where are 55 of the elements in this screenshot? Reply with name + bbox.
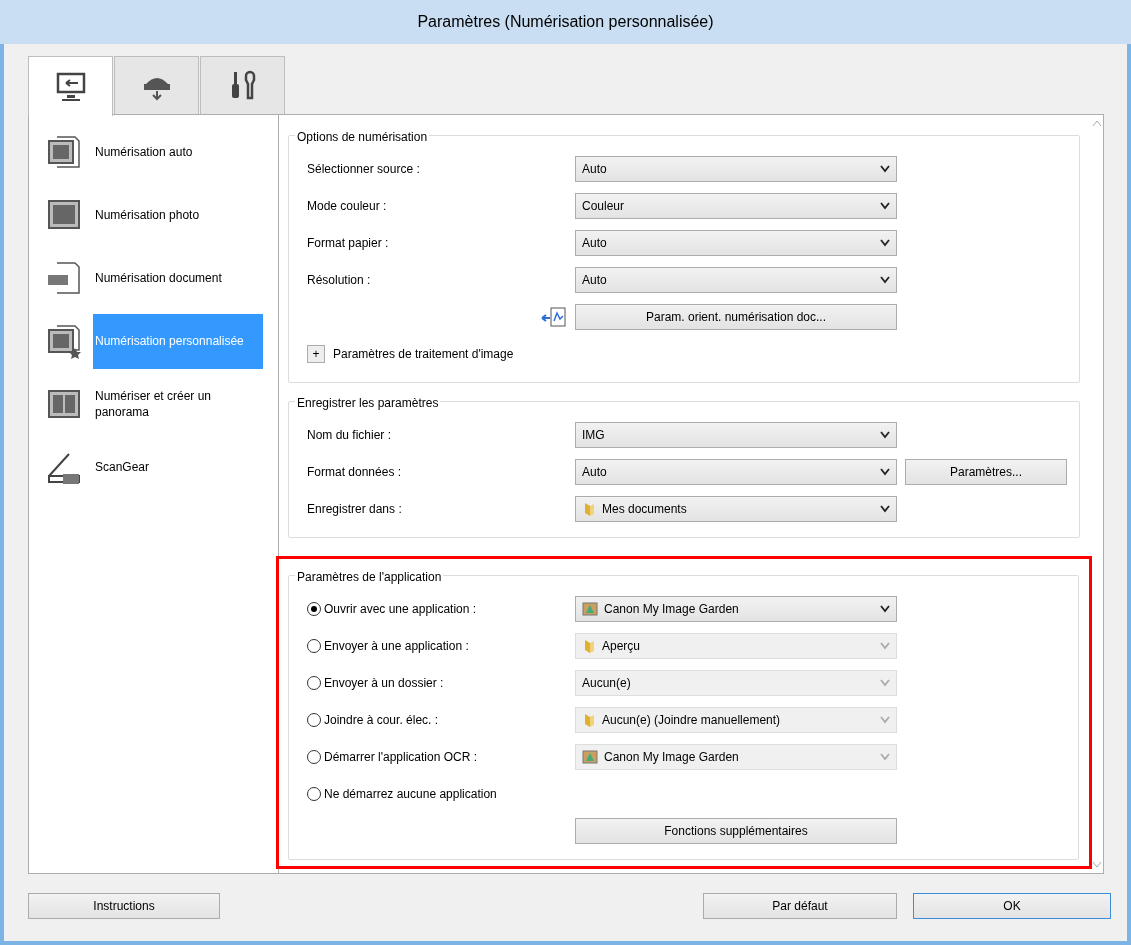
folder-icon bbox=[582, 500, 596, 517]
pdf-document-icon bbox=[47, 260, 83, 297]
radio-option[interactable]: Ne démarrez aucune application bbox=[307, 784, 575, 803]
chevron-icon bbox=[880, 430, 890, 439]
chevron-icon bbox=[880, 238, 890, 247]
field-label: Nom du fichier : bbox=[307, 426, 393, 444]
expand-button[interactable]: + bbox=[307, 344, 325, 363]
sidebar-item[interactable]: Numérisation auto bbox=[33, 121, 274, 184]
dropdown[interactable]: Auto bbox=[575, 266, 897, 293]
chevron-icon bbox=[880, 164, 890, 173]
chevron-icon bbox=[880, 201, 890, 210]
section-label: Paramètres de traitement d'image bbox=[333, 345, 514, 363]
field-label: Sélectionner source : bbox=[307, 160, 421, 178]
dropdown[interactable]: Mes documents bbox=[575, 495, 897, 522]
dropdown[interactable]: Auto bbox=[575, 458, 897, 485]
field-label: Mode couleur : bbox=[307, 197, 388, 215]
app-icon bbox=[582, 600, 598, 617]
field-label: Résolution : bbox=[307, 271, 372, 289]
radio-option[interactable]: Ouvrir avec une application : bbox=[307, 599, 575, 618]
settings-button[interactable]: Paramètres... bbox=[905, 458, 1067, 485]
chevron-icon bbox=[880, 467, 890, 476]
field-label: Format données : bbox=[307, 463, 403, 481]
dropdown[interactable]: Couleur bbox=[575, 192, 897, 219]
tab[interactable] bbox=[200, 56, 285, 114]
dropdown[interactable]: Canon My Image Garden bbox=[575, 595, 897, 622]
pages-star-icon bbox=[47, 323, 83, 360]
default-button[interactable]: Par défaut bbox=[703, 893, 897, 919]
app-icon bbox=[582, 748, 598, 765]
sidebar-item[interactable]: Numériser et créer un panorama bbox=[33, 373, 274, 436]
sidebar-item[interactable]: ScanGear bbox=[33, 436, 274, 499]
tab[interactable] bbox=[114, 56, 199, 114]
dropdown[interactable]: Auto bbox=[575, 155, 897, 182]
chevron-icon bbox=[880, 678, 890, 687]
chevron-icon bbox=[880, 504, 890, 513]
ok-button[interactable]: OK bbox=[913, 893, 1111, 919]
chevron-icon bbox=[880, 752, 890, 761]
more-functions-button[interactable]: Fonctions supplémentaires bbox=[575, 817, 897, 844]
field-label: Enregistrer dans : bbox=[307, 500, 403, 518]
chevron-icon bbox=[880, 715, 890, 724]
orientation-button[interactable]: Param. orient. numérisation doc... bbox=[575, 303, 897, 330]
field-label: Format papier : bbox=[307, 234, 390, 252]
chevron-icon bbox=[880, 604, 890, 613]
sidebar-item[interactable]: Numérisation document bbox=[33, 247, 274, 310]
chevron-icon bbox=[880, 641, 890, 650]
document-arrow-icon bbox=[541, 305, 567, 328]
pages-icon bbox=[47, 134, 83, 171]
chevron-icon bbox=[880, 275, 890, 284]
folder-icon bbox=[582, 637, 596, 654]
window-title: Paramètres (Numérisation personnalisée) bbox=[417, 12, 714, 32]
dropdown[interactable]: IMG bbox=[575, 421, 897, 448]
instructions-button[interactable]: Instructions bbox=[28, 893, 220, 919]
tab[interactable] bbox=[28, 56, 113, 116]
folder-icon bbox=[582, 711, 596, 728]
dropdown[interactable]: Auto bbox=[575, 229, 897, 256]
sidebar-item[interactable]: Numérisation photo bbox=[33, 184, 274, 247]
